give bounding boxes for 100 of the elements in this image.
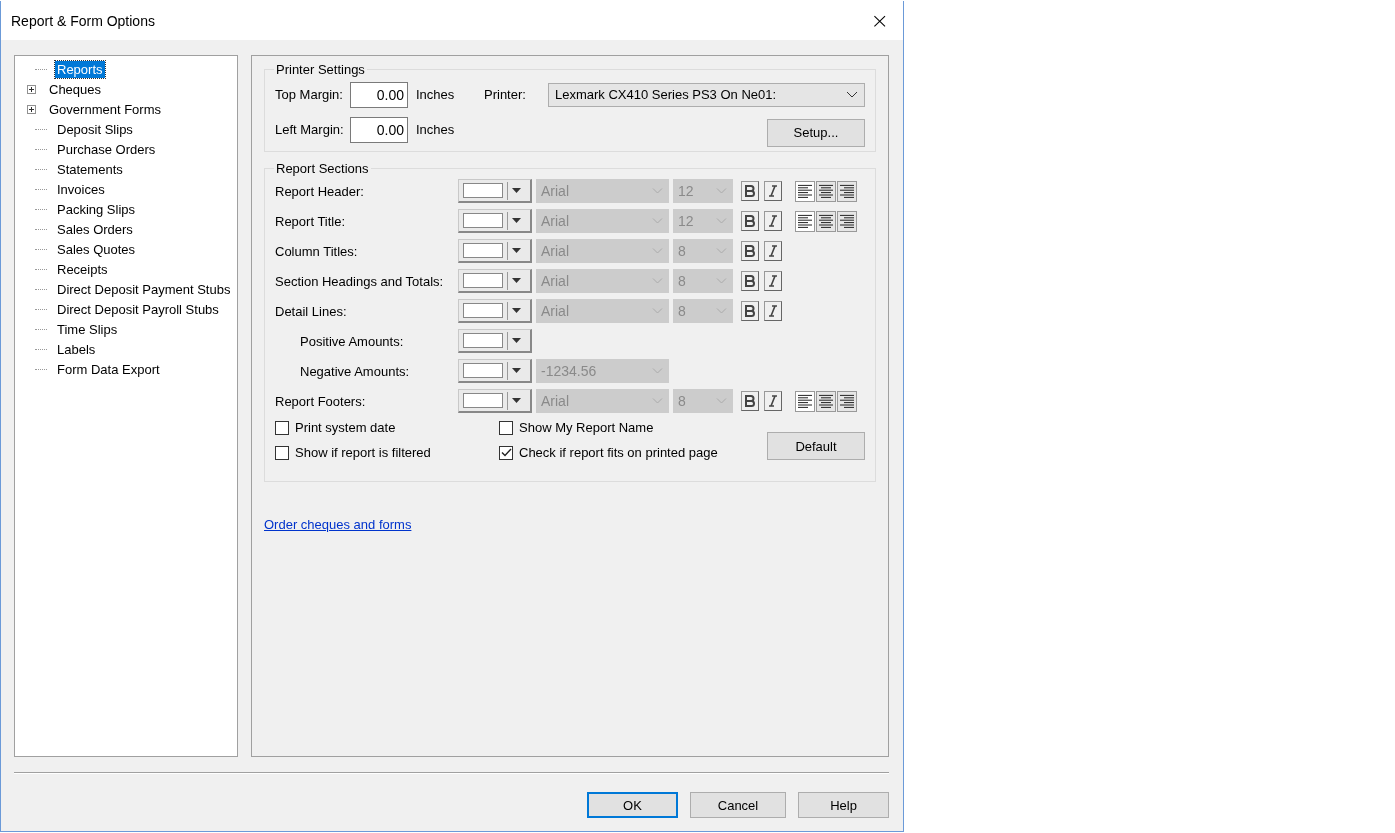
field-label: Report Footers: bbox=[275, 393, 367, 409]
field-label: Printer: bbox=[484, 87, 527, 102]
chevron-icon bbox=[716, 308, 727, 314]
italic-icon[interactable] bbox=[764, 271, 782, 291]
checkbox[interactable] bbox=[499, 420, 513, 435]
field-label: Column Titles: bbox=[275, 243, 359, 259]
chevron-icon bbox=[652, 248, 663, 254]
italic-icon[interactable] bbox=[764, 301, 782, 321]
align-right-icon[interactable] bbox=[837, 390, 857, 412]
bold-icon[interactable] bbox=[741, 271, 759, 291]
chevron-icon bbox=[716, 278, 727, 284]
color-picker[interactable] bbox=[458, 359, 532, 383]
window-title: Report & Form Options bbox=[11, 12, 155, 29]
chevron-icon bbox=[716, 398, 727, 404]
expand-icon[interactable] bbox=[27, 84, 36, 94]
printer-dropdown[interactable]: Lexmark CX410 Series PS3 On Ne01: bbox=[548, 82, 865, 107]
dropdown-arrow-icon bbox=[512, 308, 521, 313]
group-title: Report Sections bbox=[275, 161, 370, 176]
group-title: Printer Settings bbox=[275, 62, 366, 77]
dialog-button[interactable]: Cancel bbox=[690, 792, 786, 818]
expand-icon[interactable] bbox=[27, 104, 36, 114]
tree-item[interactable]: Sales Quotes bbox=[55, 240, 138, 258]
italic-icon[interactable] bbox=[764, 241, 782, 261]
align-center-icon[interactable] bbox=[816, 210, 836, 232]
close-button[interactable]: × bbox=[866, 8, 893, 33]
tree-item[interactable]: Cheques bbox=[47, 80, 104, 98]
tree-item[interactable]: Deposit Slips bbox=[55, 120, 135, 138]
checkbox-option[interactable]: Show My Report Name bbox=[499, 420, 756, 435]
tree-item[interactable]: Packing Slips bbox=[55, 200, 138, 218]
checkbox-option[interactable]: Print system date bbox=[275, 420, 499, 435]
align-left-icon[interactable] bbox=[795, 180, 815, 202]
tree-item[interactable]: Receipts bbox=[55, 260, 110, 278]
tree-item[interactable]: Government Forms bbox=[47, 100, 163, 118]
field-label: Top Margin: bbox=[275, 87, 344, 102]
align-right-icon[interactable] bbox=[837, 180, 857, 202]
tree-item[interactable]: Labels bbox=[55, 340, 98, 358]
option-label: Show if report is filtered bbox=[295, 445, 431, 460]
option-label: Show My Report Name bbox=[519, 420, 654, 435]
checkbox[interactable] bbox=[275, 445, 289, 460]
color-picker[interactable] bbox=[458, 209, 532, 233]
tree-item[interactable]: Purchase Orders bbox=[55, 140, 158, 158]
align-left-icon[interactable] bbox=[795, 210, 815, 232]
italic-icon[interactable] bbox=[764, 391, 782, 411]
align-center-icon[interactable] bbox=[816, 390, 836, 412]
field-label: Report Title: bbox=[275, 213, 347, 229]
bold-icon[interactable] bbox=[741, 241, 759, 261]
dropdown-arrow-icon bbox=[512, 338, 521, 343]
chevron-icon bbox=[652, 218, 663, 224]
option-label: Print system date bbox=[295, 420, 396, 435]
chevron-icon bbox=[716, 218, 727, 224]
order-link[interactable]: Order cheques and forms bbox=[264, 517, 412, 532]
chevron-icon bbox=[652, 188, 663, 194]
italic-icon[interactable] bbox=[764, 211, 782, 231]
align-center-icon[interactable] bbox=[816, 180, 836, 202]
bold-icon[interactable] bbox=[741, 211, 759, 231]
checkbox-option[interactable]: Show if report is filtered bbox=[275, 445, 499, 460]
chevron-icon bbox=[652, 398, 663, 404]
checkbox-option[interactable]: Check if report fits on printed page bbox=[499, 445, 756, 460]
tree-item[interactable]: Sales Orders bbox=[55, 220, 135, 238]
color-picker[interactable] bbox=[458, 239, 532, 263]
tree-item[interactable]: Statements bbox=[55, 160, 125, 178]
tree-item[interactable]: Time Slips bbox=[55, 320, 120, 338]
chevron-icon bbox=[652, 278, 663, 284]
color-picker[interactable] bbox=[458, 269, 532, 293]
tree-item[interactable]: Direct Deposit Payroll Stubs bbox=[55, 300, 221, 318]
setup-button[interactable]: Setup... bbox=[767, 118, 865, 147]
dialog-button[interactable]: Help bbox=[798, 792, 889, 818]
unit-label: Inches bbox=[416, 122, 456, 137]
unit-label: Inches bbox=[416, 87, 456, 102]
field-label: Section Headings and Totals: bbox=[275, 273, 445, 289]
tree-item[interactable]: Direct Deposit Payment Stubs bbox=[55, 280, 233, 298]
dropdown-arrow-icon bbox=[512, 398, 521, 403]
color-picker[interactable] bbox=[458, 389, 532, 413]
bold-icon[interactable] bbox=[741, 181, 759, 201]
align-right-icon[interactable] bbox=[837, 210, 857, 232]
default-button[interactable]: Default bbox=[767, 432, 865, 460]
dropdown-arrow-icon bbox=[512, 188, 521, 193]
bold-icon[interactable] bbox=[741, 301, 759, 321]
input-field[interactable]: 0.00 bbox=[350, 116, 408, 143]
dropdown-arrow-icon bbox=[512, 248, 521, 253]
field-label: Report Header: bbox=[275, 183, 365, 199]
tree-item[interactable]: Invoices bbox=[55, 180, 107, 198]
dropdown-arrow-icon bbox=[512, 278, 521, 283]
bold-icon[interactable] bbox=[741, 391, 759, 411]
tree-item[interactable]: Reports bbox=[55, 60, 105, 78]
color-picker[interactable] bbox=[458, 179, 532, 203]
tree-item[interactable]: Form Data Export bbox=[55, 360, 162, 378]
color-picker[interactable] bbox=[458, 329, 532, 353]
field-label: Detail Lines: bbox=[275, 303, 348, 319]
checkbox[interactable] bbox=[499, 445, 513, 460]
checkbox[interactable] bbox=[275, 420, 289, 435]
input-field[interactable]: 0.00 bbox=[350, 81, 408, 108]
dialog-button[interactable]: OK bbox=[587, 792, 678, 818]
color-picker[interactable] bbox=[458, 299, 532, 323]
chevron-icon bbox=[846, 91, 858, 98]
italic-icon[interactable] bbox=[764, 181, 782, 201]
field-label: Left Margin: bbox=[275, 122, 345, 137]
align-left-icon[interactable] bbox=[795, 390, 815, 412]
chevron-icon bbox=[716, 188, 727, 194]
option-label: Check if report fits on printed page bbox=[519, 445, 718, 460]
